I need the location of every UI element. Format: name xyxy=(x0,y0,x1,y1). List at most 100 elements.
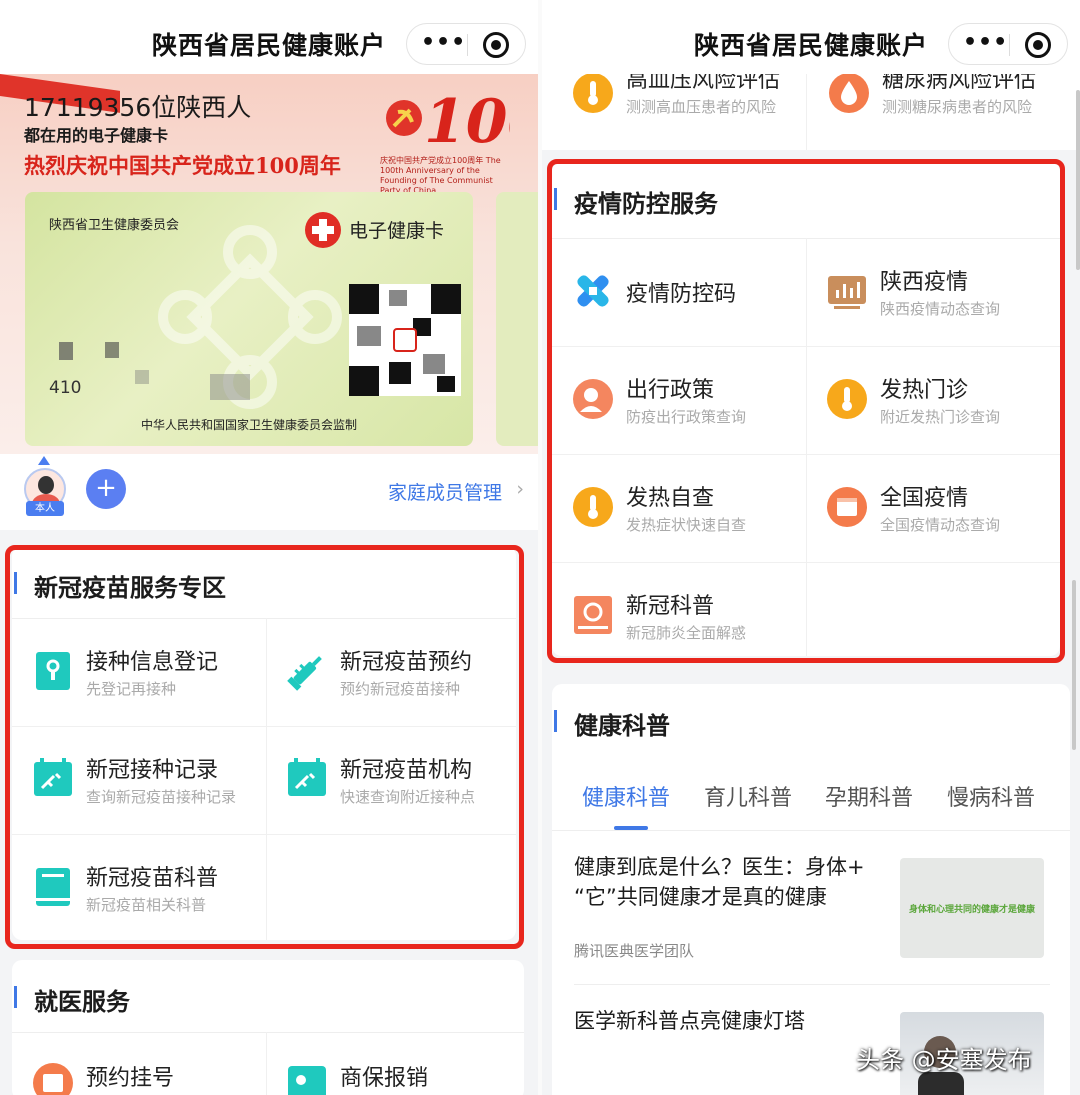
epidemic-service-section: 疫情防控服务 疫情防控码 陕西疫情 陕西疫情动态查询 出行政策 防疫出行政策查询… xyxy=(552,162,1060,656)
more-icon[interactable]: ••• xyxy=(963,30,1008,55)
family-management-link[interactable]: 家庭成员管理 xyxy=(388,478,502,505)
health-card[interactable]: 陕西省卫生健康委员会 电子健康卡 410 中华人民共和国国家卫生健康委员会监制 xyxy=(25,192,473,446)
item-desc: 防疫出行政策查询 xyxy=(626,408,747,426)
clipboard-icon xyxy=(36,652,70,690)
mini-program-capsule: ••• xyxy=(406,23,526,65)
item-desc: 全国疫情动态查询 xyxy=(880,516,1001,534)
masked-name xyxy=(105,342,119,358)
item-name: 陕西疫情 xyxy=(880,270,969,295)
vaccine-booking-item[interactable]: 新冠疫苗预约 预约新冠疫苗接种 xyxy=(266,618,516,726)
close-target-icon[interactable] xyxy=(1025,32,1051,58)
shaanxi-epidemic-item[interactable]: 陕西疫情 陕西疫情动态查询 xyxy=(806,238,1058,346)
item-desc: 测测高血压患者的风险 xyxy=(626,98,777,116)
user-count: 17119356位陕西人 xyxy=(24,93,252,122)
vaccine-institution-item[interactable]: 新冠疫苗机构 快速查询附近接种点 xyxy=(266,726,516,834)
scrollbar[interactable] xyxy=(1072,580,1076,750)
vaccine-service-section: 新冠疫苗服务专区 接种信息登记 先登记再接种 新冠疫苗预约 预约新冠疫苗接种 新… xyxy=(12,546,516,940)
thermometer-icon xyxy=(573,487,613,527)
item-desc: 附近发热门诊查询 xyxy=(880,408,1001,426)
item-desc: 陕西疫情动态查询 xyxy=(880,300,1001,318)
article-title[interactable]: 健康到底是什么？医生：身体+ xyxy=(574,852,865,883)
item-desc: 先登记再接种 xyxy=(86,680,177,698)
fever-self-check-item[interactable]: 发热自查 发热症状快速自查 xyxy=(552,454,804,562)
svg-text:100: 100 xyxy=(424,88,510,157)
divider xyxy=(574,984,1050,985)
item-desc: 测测糖尿病患者的风险 xyxy=(882,98,1033,116)
user-count-subtitle: 都在用的电子健康卡 xyxy=(24,126,169,145)
next-card-peek[interactable] xyxy=(496,192,538,446)
tab-pregnancy-science[interactable]: 孕期科普 xyxy=(825,780,913,812)
item-name: 新冠疫苗预约 xyxy=(340,650,473,675)
article-title[interactable]: 医学新科普点亮健康灯塔 xyxy=(574,1006,805,1037)
item-desc: 新冠疫苗相关科普 xyxy=(86,896,207,914)
vaccine-science-item[interactable]: 新冠疫苗科普 新冠疫苗相关科普 xyxy=(12,834,264,940)
covid-science-item[interactable]: 新冠科普 新冠肺炎全面解惑 xyxy=(552,562,804,656)
article-thumbnail[interactable]: 身体和心理共同的健康才是健康 xyxy=(900,858,1044,958)
epidemic-code-item[interactable]: 疫情防控码 xyxy=(552,238,804,346)
masked-name xyxy=(59,342,73,360)
science-tabs: 健康科普 育儿科普 孕期科普 慢病科普 xyxy=(552,762,1070,832)
section-title: 就医服务 xyxy=(34,988,130,1016)
record-icon xyxy=(34,758,72,796)
qr-code[interactable] xyxy=(349,284,461,396)
insurance-claim-item[interactable]: 商保报销 xyxy=(266,1032,518,1095)
section-title: 新冠疫苗服务专区 xyxy=(34,574,226,602)
item-desc: 快速查询附近接种点 xyxy=(340,788,476,806)
masked-id xyxy=(210,374,250,400)
family-members-bar: 本人 + 家庭成员管理 › xyxy=(0,454,538,530)
appointment-item[interactable]: 预约挂号 xyxy=(12,1032,264,1095)
virus-book-icon xyxy=(574,596,612,634)
section-title: 健康科普 xyxy=(574,712,670,740)
left-screen: 陕西省居民健康账户 ••• 17119356位陕西人 都在用的电子健康卡 热烈庆… xyxy=(0,0,538,1095)
vaccination-record-item[interactable]: 新冠接种记录 查询新冠疫苗接种记录 xyxy=(12,726,264,834)
item-desc: 新冠肺炎全面解惑 xyxy=(626,624,747,642)
article-title[interactable]: “它”共同健康才是真的健康 xyxy=(574,882,827,913)
capsule-divider xyxy=(467,34,468,56)
nav-bar: 陕西省居民健康账户 ••• xyxy=(0,0,538,74)
institution-icon xyxy=(288,758,326,796)
item-name: 发热自查 xyxy=(626,486,715,511)
card-id-prefix: 410 xyxy=(49,378,82,398)
item-name: 商保报销 xyxy=(340,1066,429,1091)
item-desc: 发热症状快速自查 xyxy=(626,516,747,534)
item-desc: 查询新冠疫苗接种记录 xyxy=(86,788,237,806)
medical-service-section: 就医服务 预约挂号 商保报销 xyxy=(12,960,524,1095)
syringe-icon xyxy=(287,656,322,691)
nav-bar: 陕西省居民健康账户 ••• xyxy=(542,0,1080,74)
section-title: 疫情防控服务 xyxy=(574,190,718,218)
close-target-icon[interactable] xyxy=(483,32,509,58)
add-member-button[interactable]: + xyxy=(86,469,126,509)
item-name: 新冠接种记录 xyxy=(86,758,219,783)
article-source: 腾讯医典医学团队 xyxy=(574,942,695,960)
card-title: 电子健康卡 xyxy=(349,220,445,242)
item-desc: 预约新冠疫苗接种 xyxy=(340,680,461,698)
card-supervisor: 中华人民共和国国家卫生健康委员会监制 xyxy=(140,418,357,432)
thermometer-icon xyxy=(573,73,613,113)
fever-clinic-item[interactable]: 发热门诊 附近发热门诊查询 xyxy=(806,346,1058,454)
celebration-slogan: 热烈庆祝中国共产党成立100周年 xyxy=(24,153,341,178)
section-accent-bar xyxy=(14,986,17,1008)
watermark: 头条 @安塞发布 xyxy=(856,1046,1032,1074)
tab-health-science[interactable]: 健康科普 xyxy=(582,780,670,812)
item-name: 预约挂号 xyxy=(86,1066,175,1091)
risk-assessment-strip: 高血压风险评估 测测高血压患者的风险 糖尿病风险评估 测测糖尿病患者的风险 xyxy=(542,68,1080,150)
scrollbar[interactable] xyxy=(1076,90,1080,270)
travel-policy-item[interactable]: 出行政策 防疫出行政策查询 xyxy=(552,346,804,454)
red-cross-icon xyxy=(305,212,341,248)
item-name: 新冠疫苗科普 xyxy=(86,866,219,891)
vaccine-registration-item[interactable]: 接种信息登记 先登记再接种 xyxy=(12,618,264,726)
divider xyxy=(552,830,1070,831)
calendar-icon xyxy=(33,1063,73,1095)
card-issuer: 陕西省卫生健康委员会 xyxy=(49,218,180,233)
qr-center-logo xyxy=(393,328,417,352)
tab-chronic-science[interactable]: 慢病科普 xyxy=(947,780,1035,812)
tab-parenting-science[interactable]: 育儿科普 xyxy=(704,780,792,812)
chevron-right-icon: › xyxy=(516,478,524,500)
more-icon[interactable]: ••• xyxy=(421,30,466,55)
section-accent-bar xyxy=(14,572,17,594)
chart-icon xyxy=(828,276,866,309)
id-card-icon xyxy=(288,1066,326,1095)
national-epidemic-item[interactable]: 全国疫情 全国疫情动态查询 xyxy=(806,454,1058,562)
health-science-section: 健康科普 健康科普 育儿科普 孕期科普 慢病科普 健康到底是什么？医生：身体+ … xyxy=(552,684,1070,1095)
item-name: 疫情防控码 xyxy=(626,282,737,307)
